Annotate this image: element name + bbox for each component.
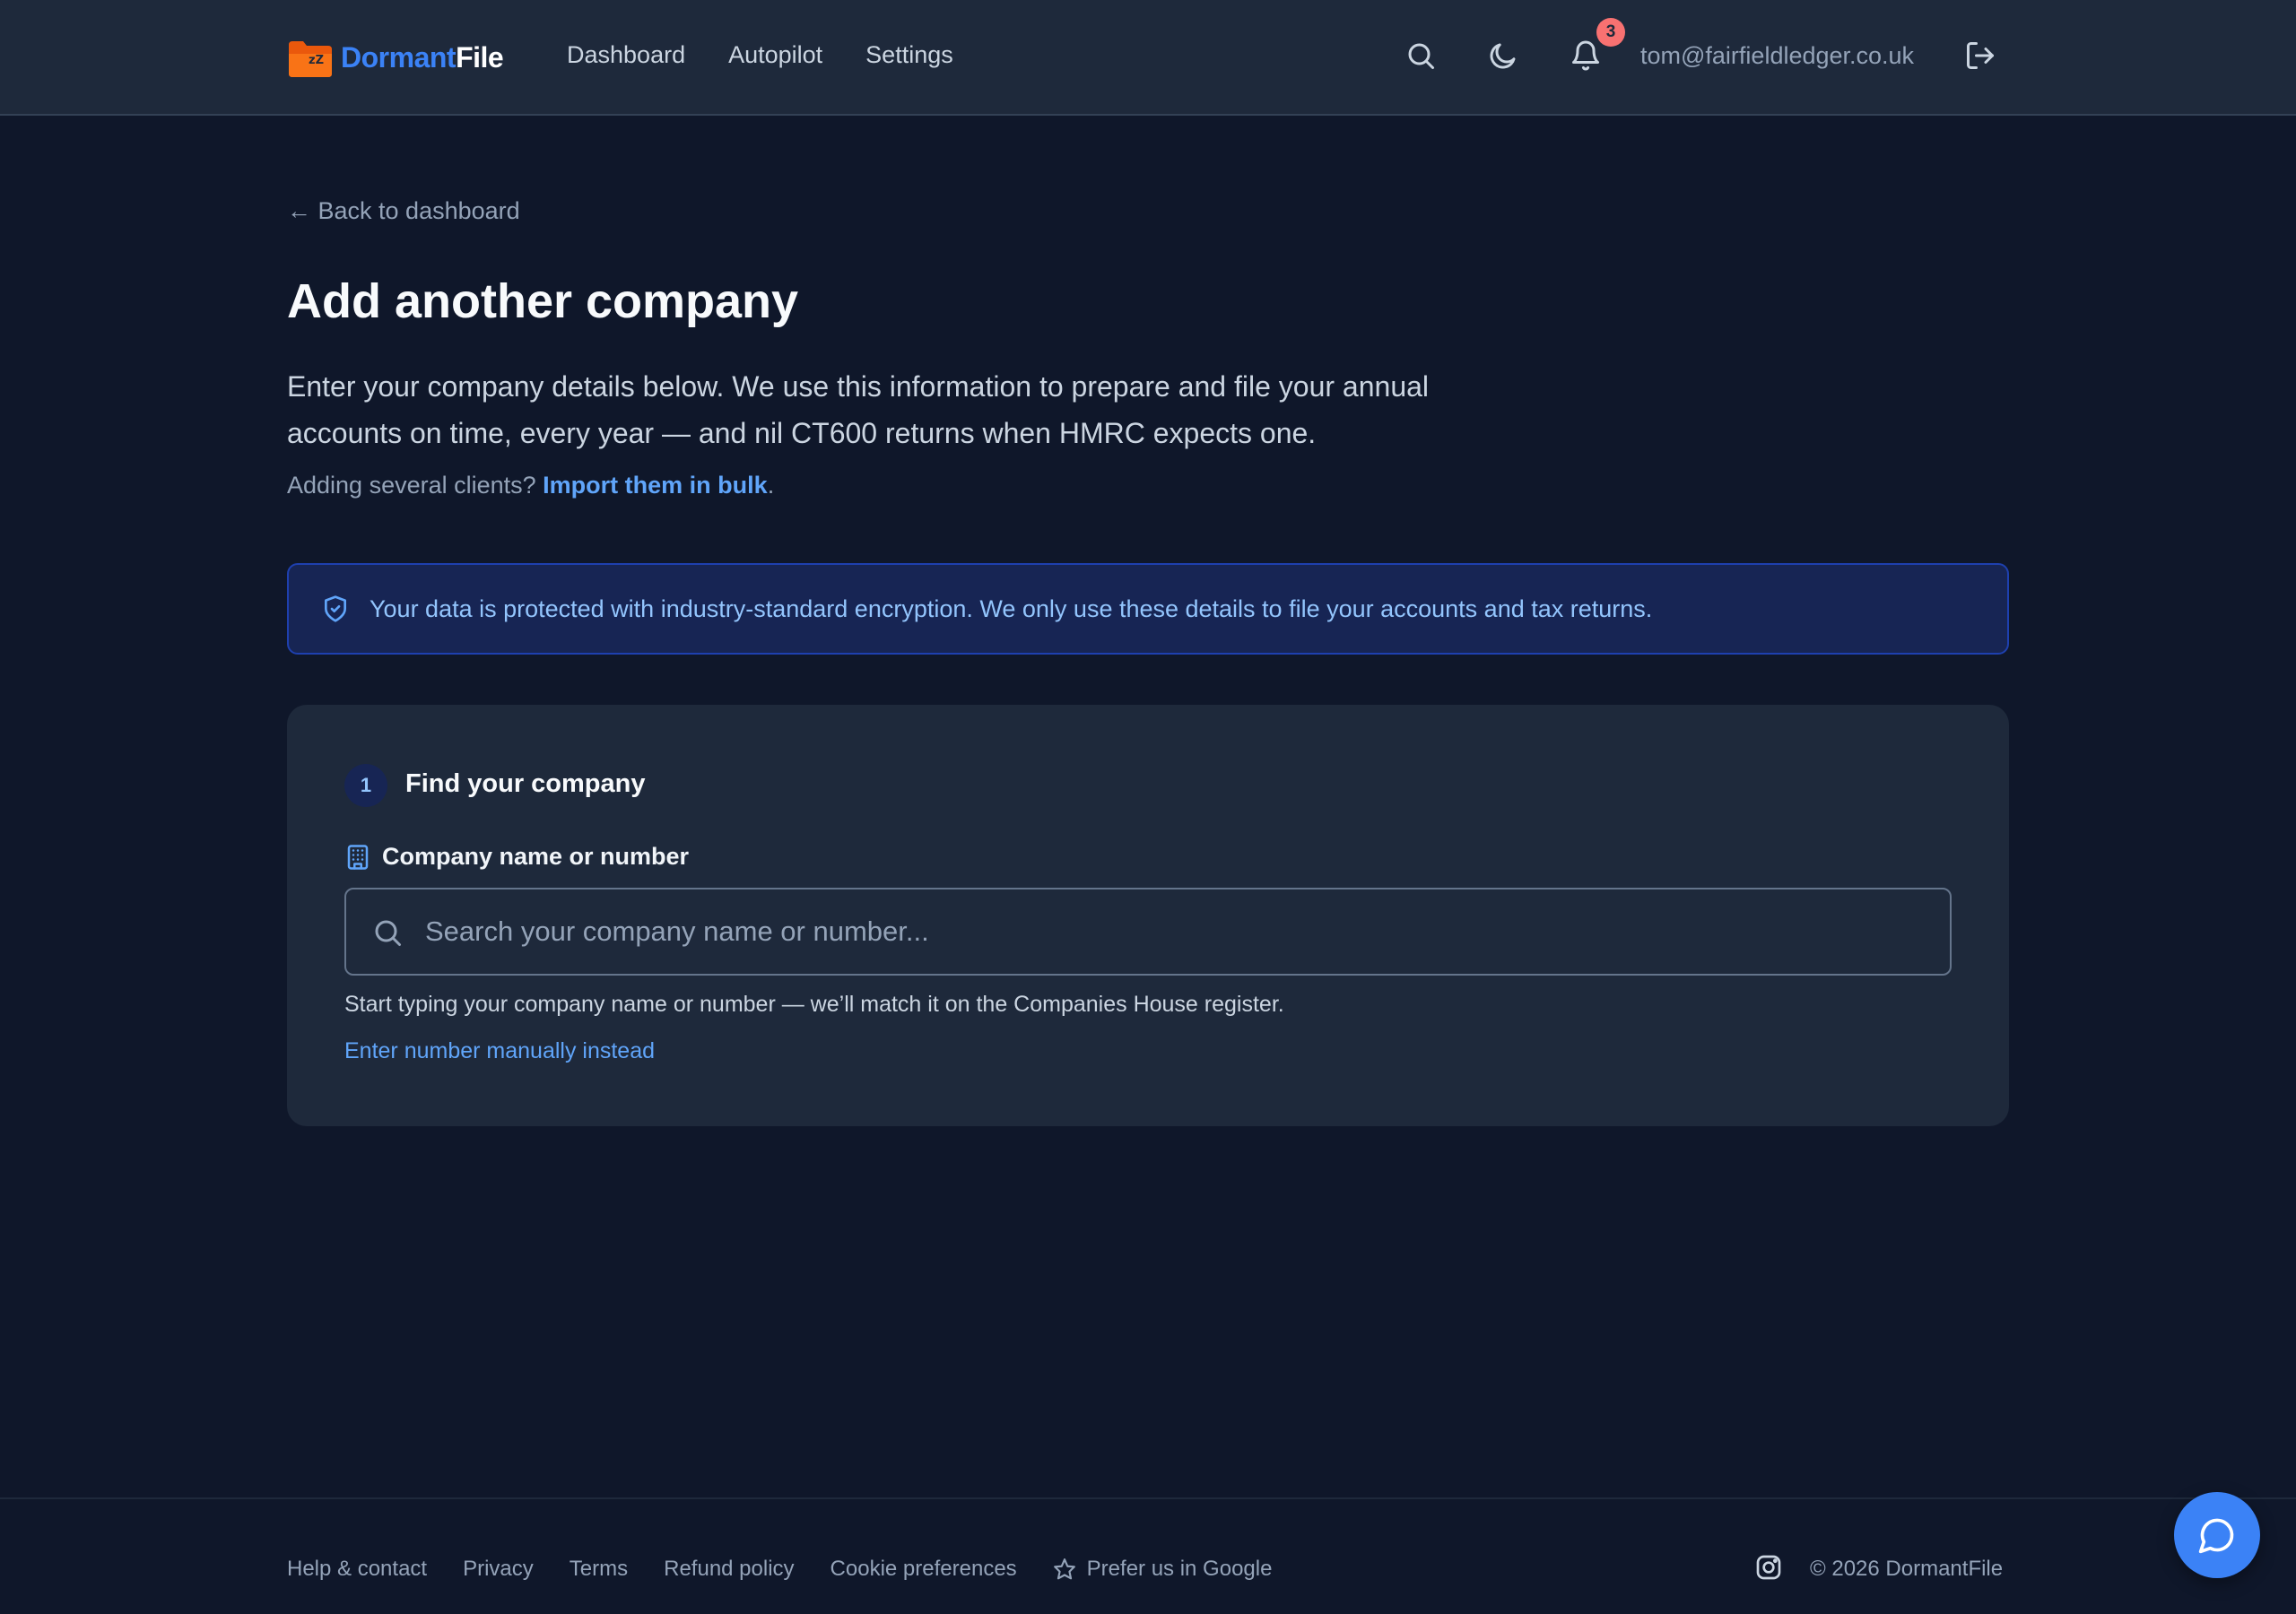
chat-button[interactable] xyxy=(2174,1492,2260,1578)
prefer-in-google-label: Prefer us in Google xyxy=(1086,1557,1273,1581)
search-icon xyxy=(375,920,401,946)
logout-icon[interactable] xyxy=(1964,39,1996,72)
nav-settings[interactable]: Settings xyxy=(865,41,953,69)
import-bulk-link[interactable]: Import them in bulk xyxy=(543,472,768,499)
footer-link-cookies[interactable]: Cookie preferences xyxy=(831,1557,1017,1582)
bulk-import-prompt: Adding several clients? Import them in b… xyxy=(287,472,774,499)
page-title: Add another company xyxy=(287,274,799,328)
footer-link-refund[interactable]: Refund policy xyxy=(664,1557,794,1582)
footer-links: Help & contact Privacy Terms Refund poli… xyxy=(287,1557,1272,1582)
encryption-notice-text: Your data is protected with industry-sta… xyxy=(370,594,1653,622)
footer: Help & contact Privacy Terms Refund poli… xyxy=(0,1497,2296,1614)
search-icon[interactable] xyxy=(1405,39,1437,72)
instagram-icon[interactable] xyxy=(1754,1553,1783,1582)
encryption-notice: Your data is protected with industry-sta… xyxy=(287,563,2009,655)
nav-autopilot[interactable]: Autopilot xyxy=(728,41,822,69)
moon-icon[interactable] xyxy=(1487,39,1519,72)
bulk-prefix: Adding several clients? xyxy=(287,472,544,499)
search-help-text: Start typing your company name or number… xyxy=(344,992,1284,1017)
company-search-input[interactable] xyxy=(425,889,1932,974)
svg-text:zZ: zZ xyxy=(309,54,324,67)
intro-text: Enter your company details below. We use… xyxy=(287,370,1430,449)
find-company-card: 1 Find your company Company name or numb… xyxy=(287,705,2009,1126)
prefer-in-google-link[interactable]: Prefer us in Google xyxy=(1053,1557,1273,1582)
brand-name: DormantFile xyxy=(341,40,504,74)
step-number-badge: 1 xyxy=(344,764,387,807)
building-icon xyxy=(347,844,369,870)
main-nav: Dashboard Autopilot Settings xyxy=(567,41,953,69)
brand-logo-link[interactable]: zZ DormantFile xyxy=(287,36,504,79)
star-icon xyxy=(1053,1558,1075,1580)
enter-number-manually-link[interactable]: Enter number manually instead xyxy=(344,1038,655,1064)
company-field-label: Company name or number xyxy=(344,843,689,871)
shield-check-icon xyxy=(325,595,346,622)
footer-link-privacy[interactable]: Privacy xyxy=(463,1557,534,1582)
footer-link-terms[interactable]: Terms xyxy=(570,1557,628,1582)
page: zZ DormantFile Dashboard Autopilot Setti… xyxy=(0,0,2296,1614)
nav-dashboard[interactable]: Dashboard xyxy=(567,41,685,69)
company-search-field xyxy=(344,888,1952,976)
step-title: Find your company xyxy=(405,769,646,798)
footer-link-help[interactable]: Help & contact xyxy=(287,1557,427,1582)
brand-name-part2: File xyxy=(456,40,504,74)
bell-icon[interactable] xyxy=(1570,39,1602,72)
notification-count-badge: 3 xyxy=(1596,18,1625,47)
company-field-label-text: Company name or number xyxy=(382,843,690,870)
chat-bubble-icon xyxy=(2198,1518,2234,1554)
top-navigation-bar: zZ DormantFile Dashboard Autopilot Setti… xyxy=(0,0,2296,116)
brand-name-part1: Dormant xyxy=(341,40,457,74)
back-to-dashboard-link[interactable]: ← Back to dashboard xyxy=(287,197,520,225)
copyright-text: © 2026 DormantFile xyxy=(1810,1557,2004,1581)
folder-logo-icon: zZ xyxy=(289,41,332,77)
user-email: tom@fairfieldledger.co.uk xyxy=(1640,42,1915,69)
bulk-suffix: . xyxy=(767,472,775,499)
